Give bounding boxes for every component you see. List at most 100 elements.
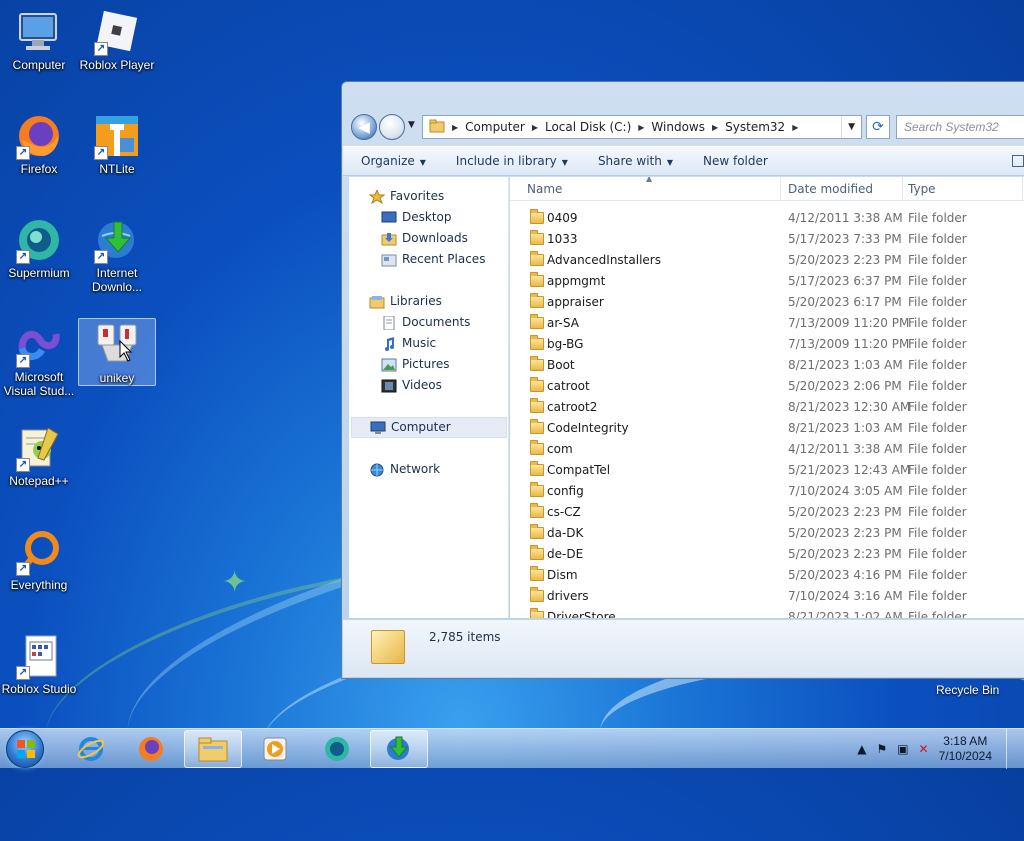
new-folder-button[interactable]: New folder [703,154,768,168]
column-header-date-modified[interactable]: Date modified [788,182,873,196]
nav-pictures[interactable]: Pictures [381,354,450,375]
show-hidden-icons-chevron-icon[interactable]: ▲ [857,742,866,756]
desktop-icon-supermium[interactable]: ↗ Supermium [0,210,78,280]
address-bar[interactable]: ▶ Computer ▶ Local Disk (C:) ▶ Windows ▶… [422,115,862,139]
recycle-bin-label[interactable]: Recycle Bin [936,683,999,697]
breadcrumb-separator-icon[interactable]: ▶ [709,123,721,132]
firefox-icon: ↗ [14,112,64,160]
view-options-icon[interactable] [1012,155,1024,167]
nav-music[interactable]: Music [381,333,436,354]
nav-desktop[interactable]: Desktop [381,207,452,228]
file-row[interactable]: appmgmt 5/17/2023 6:37 PM File folder [510,271,1024,292]
file-row[interactable]: da-DK 5/20/2023 2:23 PM File folder [510,523,1024,544]
desktop-icon-roblox-studio[interactable]: ↗ Roblox Studio [0,626,78,696]
network-status-icon[interactable]: ▣ [897,742,908,756]
column-header-name[interactable]: Name [527,182,562,196]
search-input[interactable] [896,115,1024,139]
file-row[interactable]: AdvancedInstallers 5/20/2023 2:23 PM File … [510,250,1024,271]
file-row[interactable]: Boot 8/21/2023 1:03 AM File folder [510,355,1024,376]
desktop-icon-firefox[interactable]: ↗ Firefox [0,106,78,176]
file-row[interactable]: 0409 4/12/2011 3:38 AM File folder [510,208,1024,229]
nav-computer[interactable]: Computer [351,417,507,438]
file-name: ar-SA [547,316,579,330]
folder-icon [530,440,544,455]
file-row[interactable]: config 7/10/2024 3:05 AM File folder [510,481,1024,502]
breadcrumb-computer[interactable]: Computer [461,120,529,134]
file-row[interactable]: appraiser 5/20/2023 6:17 PM File folder [510,292,1024,313]
roblox-studio-icon: ↗ [14,632,64,680]
file-row[interactable]: CodeIntegrity 8/21/2023 1:03 AM File folde… [510,418,1024,439]
nav-downloads[interactable]: Downloads [381,228,468,249]
taskbar-windows-explorer[interactable] [184,730,242,768]
file-row[interactable]: 1033 5/17/2023 7:33 PM File folder [510,229,1024,250]
explorer-window[interactable]: ◀ ▼ ▶ Computer ▶ Local Disk (C:) ▶ Windo… [341,81,1024,679]
forward-button[interactable] [379,114,405,140]
desktop-icon-visual-studio[interactable]: ↗ Microsoft Visual Stud... [0,314,78,398]
file-name: CompatTel [547,463,611,477]
recent-pages-dropdown[interactable]: ▼ [408,120,415,130]
desktop-icon-internet-download-manager[interactable]: ↗ Internet Downlo... [78,210,156,294]
taskbar-firefox[interactable] [122,730,180,768]
column-divider[interactable] [1022,177,1023,201]
file-row[interactable]: catroot 5/20/2023 2:06 PM File folder [510,376,1024,397]
refresh-button[interactable]: ⟳ [866,115,890,139]
system-tray: ▲ ⚑ ▣ ✕ 3:18 AM 7/10/2024 [857,729,1016,769]
include-in-library-button[interactable]: Include in library ▼ [456,154,568,168]
breadcrumb-local-disk[interactable]: Local Disk (C:) [541,120,635,134]
column-header-row: ▲ Name Date modified Type [510,177,1024,201]
file-row[interactable]: de-DE 5/20/2023 2:23 PM File folder [510,544,1024,565]
file-date-modified: 4/12/2011 3:38 AM [788,211,903,225]
breadcrumb-separator-icon[interactable]: ▶ [635,123,647,132]
file-row[interactable]: cs-CZ 5/20/2023 2:23 PM File folder [510,502,1024,523]
file-row[interactable]: ar-SA 7/13/2009 11:20 PM File folder [510,313,1024,334]
desktop-icon-ntlite[interactable]: ↗ NTLite [78,106,156,176]
chevron-down-icon: ▼ [419,158,426,167]
desktop-icon-computer[interactable]: Computer [0,2,78,72]
file-date-modified: 8/21/2023 12:30 AM [788,400,911,414]
column-divider[interactable] [902,177,903,201]
file-row[interactable]: bg-BG 7/13/2009 11:20 PM File folder [510,334,1024,355]
file-type: File folder [908,505,967,519]
folder-icon [530,566,544,581]
nav-recent-places[interactable]: Recent Places [381,249,485,270]
volume-muted-icon[interactable]: ✕ [919,742,929,756]
taskbar-internet-explorer[interactable] [62,730,120,768]
file-row[interactable]: com 4/12/2011 3:38 AM File folder [510,439,1024,460]
nav-network[interactable]: Network [369,459,440,480]
start-button[interactable] [6,730,44,768]
share-with-button[interactable]: Share with ▼ [598,154,673,168]
breadcrumb-separator-icon[interactable]: ▶ [789,123,801,132]
file-row[interactable]: drivers 7/10/2024 3:16 AM File folder [510,586,1024,607]
show-desktop-button[interactable] [1006,729,1016,769]
file-type: File folder [908,610,967,618]
address-dropdown-icon[interactable]: ▼ [841,116,861,138]
taskbar-internet-download-manager[interactable] [370,730,428,768]
nav-libraries[interactable]: Libraries [369,291,442,312]
breadcrumb-separator-icon[interactable]: ▶ [529,123,541,132]
breadcrumb-system32[interactable]: System32 [721,120,789,134]
desktop-icon-everything[interactable]: ↗ Everything [0,522,78,592]
file-row[interactable]: catroot2 8/21/2023 12:30 AM File folder [510,397,1024,418]
action-center-flag-icon[interactable]: ⚑ [876,742,887,756]
file-date-modified: 5/20/2023 2:23 PM [788,547,902,561]
taskbar-media-player[interactable] [246,730,304,768]
computer-icon [14,8,64,56]
organize-button[interactable]: Organize ▼ [361,154,426,168]
desktop-icon-notepad-plus-plus[interactable]: ↗ Notepad++ [0,418,78,488]
nav-favorites[interactable]: Favorites [368,186,444,207]
folder-icon [530,587,544,602]
column-divider[interactable] [780,177,781,201]
desktop-icon-roblox-player[interactable]: ↗ Roblox Player [78,2,156,72]
back-button[interactable]: ◀ [351,114,377,140]
clock[interactable]: 3:18 AM 7/10/2024 [939,734,992,764]
taskbar-supermium[interactable] [308,730,366,768]
breadcrumb-separator-icon[interactable]: ▶ [449,123,461,132]
desktop-icon-unikey[interactable]: unikey [78,318,156,386]
file-row[interactable]: CompatTel 5/21/2023 12:43 AM File folder [510,460,1024,481]
breadcrumb-windows[interactable]: Windows [647,120,709,134]
column-header-type[interactable]: Type [908,182,936,196]
file-row[interactable]: DriverStore 8/21/2023 1:02 AM File folder [510,607,1024,618]
nav-videos[interactable]: Videos [381,375,442,396]
file-row[interactable]: Dism 5/20/2023 4:16 PM File folder [510,565,1024,586]
nav-documents[interactable]: Documents [381,312,470,333]
